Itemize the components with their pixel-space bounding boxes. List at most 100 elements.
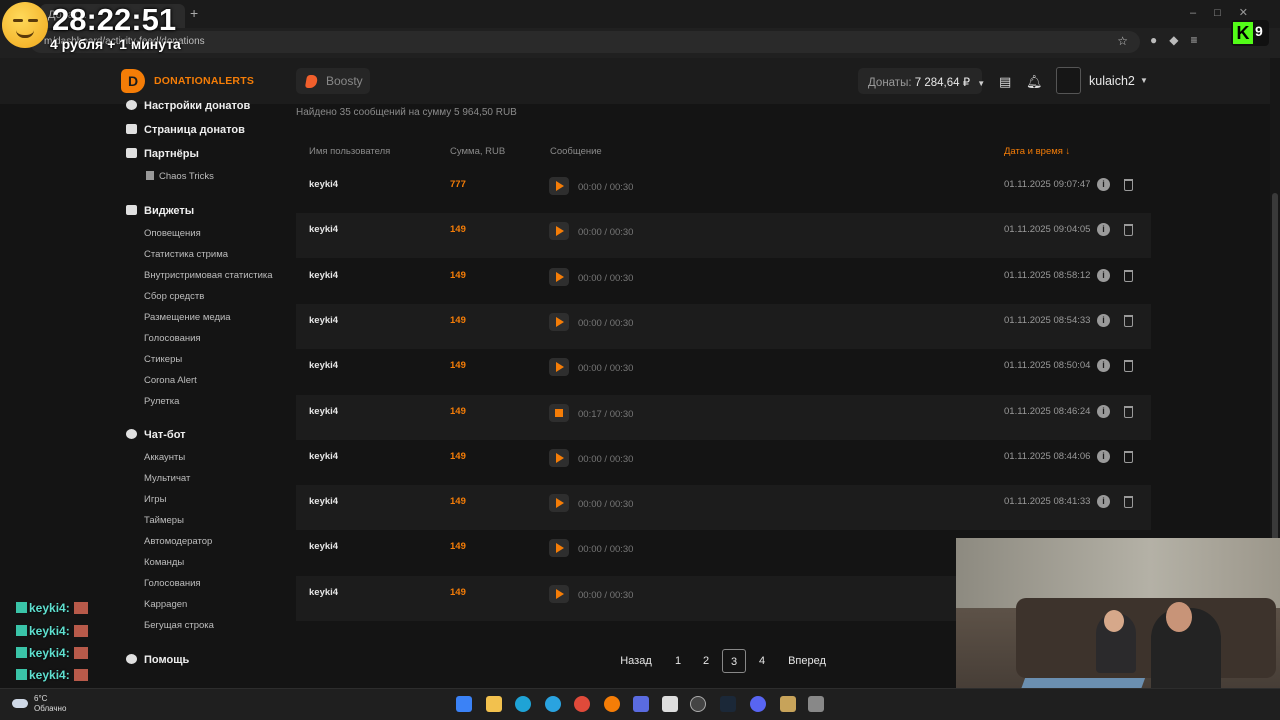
sidebar-item-polls[interactable]: Голосования bbox=[144, 333, 201, 344]
play-icon[interactable] bbox=[549, 494, 569, 513]
pagination-page-3[interactable]: 3 bbox=[722, 649, 746, 673]
obs-icon[interactable] bbox=[690, 696, 706, 712]
sidebar-section-help[interactable]: Помощь bbox=[126, 654, 189, 666]
trash-icon[interactable] bbox=[1124, 450, 1133, 463]
donor-name[interactable]: keyki4 bbox=[309, 451, 338, 462]
play-icon[interactable] bbox=[549, 448, 569, 467]
sidebar-section-donation-settings[interactable]: Настройки донатов bbox=[126, 100, 250, 112]
donor-name[interactable]: keyki4 bbox=[309, 224, 338, 235]
sidebar-section-chatbot[interactable]: Чат-бот bbox=[126, 429, 186, 441]
sidebar-item-stream-stats[interactable]: Статистика стрима bbox=[144, 249, 228, 260]
info-icon[interactable]: i bbox=[1097, 313, 1110, 327]
chrome-icon[interactable] bbox=[574, 696, 590, 712]
sidebar-item-chaos-tricks[interactable]: Chaos Tricks bbox=[146, 171, 214, 182]
tab-strip: Донат... + –□✕ bbox=[0, 0, 1280, 28]
avatar[interactable] bbox=[1056, 67, 1081, 94]
play-icon[interactable] bbox=[549, 177, 569, 195]
widgets-grid-icon bbox=[126, 205, 137, 215]
boosty-button[interactable]: Boosty bbox=[296, 68, 370, 94]
timer-subtitle: 4 рубля + 1 минута bbox=[50, 36, 181, 52]
sidebar-item-alerts[interactable]: Оповещения bbox=[144, 228, 201, 239]
widgets-icon[interactable]: ▤ bbox=[999, 74, 1011, 90]
sidebar-item-multichat[interactable]: Мультичат bbox=[144, 473, 190, 484]
sidebar-item-accounts[interactable]: Аккаунты bbox=[144, 452, 185, 463]
trash-icon[interactable] bbox=[1124, 179, 1133, 191]
trash-icon[interactable] bbox=[1124, 314, 1133, 327]
trash-icon[interactable] bbox=[1124, 224, 1133, 237]
windows-start-icon[interactable] bbox=[456, 696, 472, 712]
donationalerts-app-icon[interactable] bbox=[604, 696, 620, 712]
play-icon[interactable] bbox=[549, 267, 569, 286]
sidebar-item-kappagen[interactable]: Kappagen bbox=[144, 599, 187, 610]
discord-icon[interactable] bbox=[750, 696, 766, 712]
bell-icon[interactable]: 🔔︎ bbox=[1026, 74, 1043, 90]
sidebar-item-roulette[interactable]: Рулетка bbox=[144, 396, 179, 407]
pagination-page-1[interactable]: 1 bbox=[668, 649, 688, 673]
info-icon[interactable]: i bbox=[1097, 268, 1110, 282]
donor-name[interactable]: keyki4 bbox=[309, 179, 338, 190]
donor-name[interactable]: keyki4 bbox=[309, 587, 338, 598]
donor-name[interactable]: keyki4 bbox=[309, 406, 338, 417]
file-explorer-icon[interactable] bbox=[486, 696, 502, 712]
chevron-down-icon[interactable]: ▼ bbox=[1140, 76, 1148, 85]
sidebar-item-automoderator[interactable]: Автомодератор bbox=[144, 536, 212, 547]
sidebar-section-donation-page[interactable]: Страница донатов bbox=[126, 124, 245, 136]
notes-app-icon[interactable] bbox=[662, 696, 678, 712]
donationalerts-logo-icon[interactable]: D bbox=[121, 69, 145, 93]
telegram-icon[interactable] bbox=[545, 696, 561, 712]
donor-name[interactable]: keyki4 bbox=[309, 541, 338, 552]
balance-dropdown[interactable]: Донаты: 7 284,64 ₽ ▼ bbox=[858, 68, 985, 94]
donor-name[interactable]: keyki4 bbox=[309, 496, 338, 507]
brand-name[interactable]: DONATIONALERTS bbox=[154, 75, 254, 87]
extension-icons[interactable]: ●◆≡ bbox=[1150, 33, 1209, 47]
trash-icon[interactable] bbox=[1124, 496, 1133, 509]
sidebar-section-partners[interactable]: Партнёры bbox=[126, 148, 199, 160]
trash-icon[interactable] bbox=[1124, 360, 1133, 373]
trash-icon[interactable] bbox=[1124, 405, 1133, 418]
stats-app-icon[interactable] bbox=[633, 696, 649, 712]
calculator-icon[interactable] bbox=[808, 696, 824, 712]
sidebar-item-games[interactable]: Игры bbox=[144, 494, 166, 505]
window-controls[interactable]: –□✕ bbox=[1190, 6, 1266, 19]
pagination-next-button[interactable]: Вперед bbox=[781, 649, 833, 673]
pagination-page-2[interactable]: 2 bbox=[696, 649, 716, 673]
sidebar-item-media[interactable]: Размещение медиа bbox=[144, 312, 231, 323]
play-icon[interactable] bbox=[549, 358, 569, 377]
sidebar-item-ticker[interactable]: Бегущая строка bbox=[144, 620, 214, 631]
pagination-prev-button[interactable]: Назад bbox=[612, 649, 660, 673]
kick-logo-icon: K bbox=[1233, 22, 1253, 44]
sidebar-item-commands[interactable]: Команды bbox=[144, 557, 184, 568]
sidebar-item-chat-polls[interactable]: Голосования bbox=[144, 578, 201, 589]
info-icon[interactable]: i bbox=[1097, 359, 1110, 373]
column-header-date-sort[interactable]: Дата и время ↓ bbox=[1004, 146, 1070, 157]
info-icon[interactable]: i bbox=[1097, 449, 1110, 463]
info-icon[interactable]: i bbox=[1097, 223, 1110, 237]
stop-icon[interactable] bbox=[549, 403, 569, 422]
address-bar[interactable]: m/dashboard/activity-feed/donations ☆ bbox=[30, 31, 1140, 53]
sidebar-section-widgets[interactable]: Виджеты bbox=[126, 205, 194, 217]
donor-name[interactable]: keyki4 bbox=[309, 315, 338, 326]
info-icon[interactable]: i bbox=[1097, 495, 1110, 509]
steam-icon[interactable] bbox=[720, 696, 736, 712]
info-icon[interactable]: i bbox=[1097, 404, 1110, 418]
trash-icon[interactable] bbox=[1124, 269, 1133, 282]
donor-name[interactable]: keyki4 bbox=[309, 360, 338, 371]
username[interactable]: kulaich2 bbox=[1089, 74, 1135, 88]
info-icon[interactable]: i bbox=[1097, 178, 1110, 191]
edge-icon[interactable] bbox=[515, 696, 531, 712]
browser-toolbar: Донат... + –□✕ m/dashboard/activity-feed… bbox=[0, 0, 1280, 58]
play-icon[interactable] bbox=[549, 584, 569, 603]
sidebar-item-fundraising[interactable]: Сбор средств bbox=[144, 291, 204, 302]
sidebar-item-stickers[interactable]: Стикеры bbox=[144, 354, 182, 365]
sidebar-item-corona-alert[interactable]: Corona Alert bbox=[144, 375, 197, 386]
sidebar-item-instream-stats[interactable]: Внутристримовая статистика bbox=[144, 270, 273, 281]
game-app-icon[interactable] bbox=[780, 696, 796, 712]
play-icon[interactable] bbox=[549, 222, 569, 241]
sidebar-item-timers[interactable]: Таймеры bbox=[144, 515, 184, 526]
pagination-page-4[interactable]: 4 bbox=[752, 649, 772, 673]
donor-name[interactable]: keyki4 bbox=[309, 270, 338, 281]
new-tab-button[interactable]: + bbox=[190, 5, 198, 21]
play-icon[interactable] bbox=[549, 539, 569, 558]
bookmark-star-icon[interactable]: ☆ bbox=[1117, 34, 1128, 48]
play-icon[interactable] bbox=[549, 312, 569, 331]
